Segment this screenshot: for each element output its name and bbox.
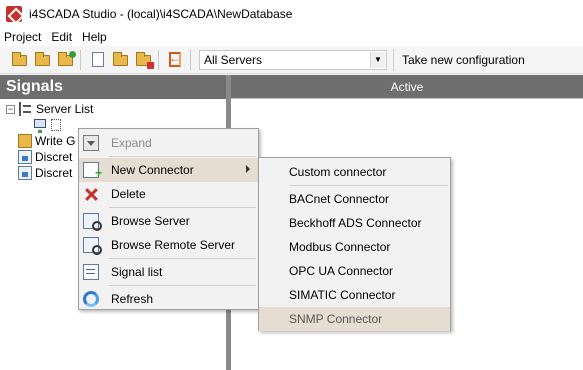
menu-separator: [109, 207, 256, 208]
new-connector-submenu: Custom connector BACnet Connector Beckho…: [258, 157, 451, 331]
submenu-item-custom-connector[interactable]: Custom connector: [259, 160, 450, 184]
submenu-arrow-icon: [246, 165, 250, 173]
folder-edit-icon: [113, 51, 128, 66]
add-badge-icon: [69, 50, 76, 58]
window-title: i4SCADA Studio - (local)\i4SCADA\NewData…: [29, 6, 293, 21]
context-menu: Expand New Connector Delete Browse Serve…: [78, 128, 259, 310]
server-select-value: All Servers: [204, 52, 263, 67]
menu-item-label: Expand: [111, 136, 152, 150]
menu-item-label: Signal list: [111, 265, 163, 279]
submenu-item-modbus-connector[interactable]: Modbus Connector: [259, 235, 450, 259]
collapse-toggle-icon[interactable]: −: [6, 104, 15, 114]
toolbar: All Servers ▼ Take new configuration: [0, 46, 583, 74]
toolbar-separator: [80, 49, 81, 70]
folder-new-icon: [12, 51, 27, 66]
toolbar-separator: [190, 49, 191, 70]
menu-bar: Project Edit Help: [0, 27, 583, 46]
add-server-button[interactable]: [56, 50, 76, 70]
menu-item-label: Browse Remote Server: [111, 238, 236, 252]
tree-node-server-list[interactable]: − Server List: [0, 101, 226, 117]
new-connector-icon: [83, 162, 102, 180]
menu-separator: [109, 285, 256, 286]
menu-item-signal-list[interactable]: Signal list: [79, 260, 258, 284]
delete-icon: [83, 186, 99, 202]
discrete-icon: [18, 150, 32, 164]
exit-icon: [169, 51, 181, 67]
browse-server-icon: [83, 213, 102, 231]
discrete-icon: [18, 166, 32, 180]
menu-item-new-connector[interactable]: New Connector: [79, 158, 258, 182]
submenu-item-opc-ua-connector[interactable]: OPC UA Connector: [259, 259, 450, 283]
menu-separator: [109, 258, 256, 259]
app-logo-icon: [6, 5, 22, 22]
tree-node-label: Discret: [35, 166, 73, 180]
menu-item-label: Delete: [111, 187, 146, 201]
menu-item-label: Refresh: [111, 292, 154, 306]
properties-button[interactable]: [88, 50, 108, 70]
computer-icon: [34, 119, 46, 133]
menu-item-browse-server[interactable]: Browse Server: [79, 209, 258, 233]
menu-item-browse-remote-server[interactable]: Browse Remote Server: [79, 233, 258, 257]
menu-item-label: Browse Server: [111, 214, 190, 228]
edit-button[interactable]: [111, 50, 131, 70]
server-list-icon: [19, 102, 33, 116]
title-bar: i4SCADA Studio - (local)\i4SCADA\NewData…: [0, 0, 583, 27]
server-select[interactable]: All Servers ▼: [199, 49, 387, 70]
menu-edit[interactable]: Edit: [46, 30, 77, 44]
submenu-item-snmp-connector[interactable]: SNMP Connector: [259, 307, 450, 331]
chevron-down-icon[interactable]: ▼: [370, 51, 385, 68]
write-group-icon: [18, 134, 32, 148]
tree-node-label: Discret: [35, 150, 73, 164]
signal-list-icon: [83, 264, 99, 280]
remove-button[interactable]: [134, 50, 154, 70]
menu-item-label: New Connector: [111, 163, 194, 177]
submenu-item-beckhoff-ads-connector[interactable]: Beckhoff ADS Connector: [259, 211, 450, 235]
column-header-active[interactable]: Active: [231, 75, 583, 99]
tree-node-label: Server List: [36, 102, 94, 116]
document-icon: [92, 51, 104, 67]
menu-separator: [109, 156, 256, 157]
submenu-item-simatic-connector[interactable]: SIMATIC Connector: [259, 283, 450, 307]
take-new-configuration-button[interactable]: Take new configuration: [393, 48, 533, 71]
exit-button[interactable]: [166, 50, 186, 70]
menu-help[interactable]: Help: [77, 30, 112, 44]
toolbar-separator: [158, 49, 159, 70]
new-project-button[interactable]: [10, 50, 30, 70]
expand-icon: [83, 135, 99, 151]
submenu-item-bacnet-connector[interactable]: BACnet Connector: [259, 187, 450, 211]
menu-item-refresh[interactable]: Refresh: [79, 287, 258, 311]
refresh-icon: [83, 291, 99, 307]
tree-node-label: Write G: [35, 134, 76, 148]
menu-item-delete[interactable]: Delete: [79, 182, 258, 206]
menu-project[interactable]: Project: [0, 30, 46, 44]
open-project-button[interactable]: [33, 50, 53, 70]
folder-open-icon: [35, 51, 50, 66]
remove-badge-icon: [147, 61, 154, 69]
menu-item-expand[interactable]: Expand: [79, 131, 258, 155]
signals-panel-title: Signals: [0, 75, 226, 99]
server-node-icon: [51, 119, 61, 131]
menu-separator: [289, 185, 448, 186]
browse-remote-server-icon: [83, 237, 102, 255]
